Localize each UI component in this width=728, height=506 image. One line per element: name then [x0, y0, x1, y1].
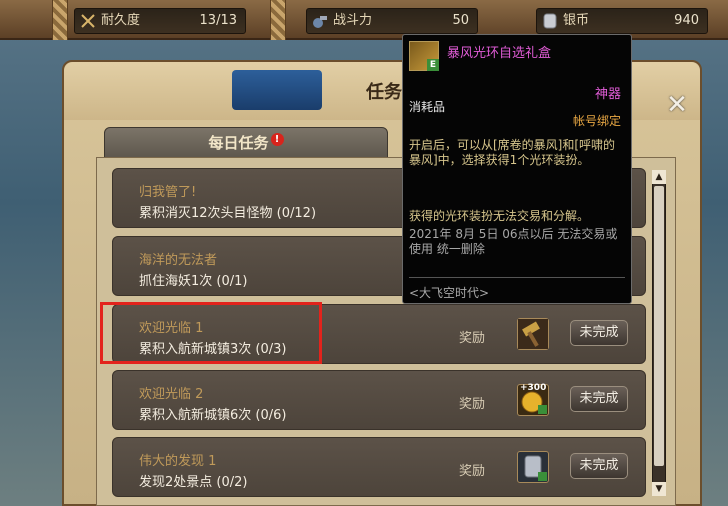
incomplete-button[interactable]: 未完成 — [570, 386, 628, 412]
tooltip-binding: 帐号绑定 — [572, 114, 621, 128]
power-display: 战斗力 50 — [306, 8, 478, 34]
reward-item-exp-coin-icon[interactable]: +300 — [517, 383, 549, 416]
hammer-icon — [518, 319, 548, 349]
quest-name: 伟大的发现 1 — [139, 454, 217, 469]
quest-description: 累积入航新城镇6次 (0/6) — [139, 408, 287, 423]
highlight-box — [100, 302, 322, 364]
equip-badge: E — [427, 59, 439, 71]
tooltip-description: 开启后，可以从[席卷的暴风]和[呼啸的暴风]中，选择获得1个光环装扮。 — [409, 138, 616, 167]
tooltip-set: <大飞空时代> — [409, 286, 490, 300]
reward-label: 奖励 — [459, 397, 486, 412]
silver-coin-icon — [543, 13, 557, 29]
durability-value: 13/13 — [199, 13, 237, 28]
power-value: 50 — [452, 13, 469, 28]
silver-box-icon — [524, 455, 547, 481]
scrollbar-thumb[interactable] — [654, 186, 664, 466]
quest-description: 发现2处景点 (0/2) — [139, 475, 248, 490]
tooltip-item-name: 暴风光环自选礼盒 — [447, 46, 552, 61]
silver-display: 银币 940 — [536, 8, 708, 34]
silver-label: 银币 — [563, 13, 590, 28]
cannon-icon — [313, 16, 327, 28]
close-icon[interactable]: ✕ — [664, 92, 690, 118]
reward-badge: +300 — [520, 383, 547, 393]
quest-row[interactable]: 伟大的发现 1 发现2处景点 (0/2) 奖励 未完成 — [112, 437, 646, 497]
rope-decoration — [52, 0, 68, 40]
window-title: 任务 — [366, 82, 402, 103]
quest-name: 欢迎光临 2 — [139, 387, 204, 402]
scroll-up-arrow-icon[interactable]: ▲ — [652, 170, 666, 184]
durability-display: 耐久度 13/13 — [74, 8, 246, 34]
tab-daily-quests[interactable]: 每日任务! — [104, 127, 388, 159]
incomplete-button[interactable]: 未完成 — [570, 320, 628, 346]
reward-item-hammer-icon[interactable] — [517, 318, 549, 350]
reward-label: 奖励 — [459, 464, 486, 479]
silver-value: 940 — [674, 13, 699, 28]
tooltip-category: 消耗品 — [409, 100, 446, 114]
quest-description: 累积消灭12次头目怪物 (0/12) — [139, 206, 317, 221]
banner-flag — [232, 70, 322, 110]
tooltip-note: 获得的光环装扮无法交易和分解。 — [409, 209, 590, 223]
crossed-swords-icon — [81, 14, 95, 28]
quest-name: 归我管了! — [139, 185, 197, 200]
incomplete-button[interactable]: 未完成 — [570, 453, 628, 479]
quest-row[interactable]: 欢迎光临 2 累积入航新城镇6次 (0/6) 奖励 +300 未完成 — [112, 370, 646, 430]
tooltip-divider — [409, 277, 625, 278]
tooltip-expiry: 2021年 8月 5日 06点以后 无法交易或使用 统一删除 — [409, 227, 618, 256]
reward-label: 奖励 — [459, 331, 486, 346]
tab-daily-label: 每日任务 — [208, 134, 269, 152]
alert-icon: ! — [270, 133, 284, 146]
rope-decoration — [270, 0, 286, 40]
quest-description: 抓住海妖1次 (0/1) — [139, 274, 248, 289]
power-label: 战斗力 — [333, 13, 373, 28]
reward-item-silver-icon[interactable] — [517, 451, 549, 483]
durability-label: 耐久度 — [101, 13, 141, 28]
item-tooltip: E 暴风光环自选礼盒 神器 消耗品 帐号绑定 开启后，可以从[席卷的暴风]和[呼… — [402, 34, 632, 304]
scroll-down-arrow-icon[interactable]: ▼ — [652, 482, 666, 496]
quest-name: 海洋的无法者 — [139, 253, 218, 268]
tooltip-grade: 神器 — [594, 87, 621, 102]
